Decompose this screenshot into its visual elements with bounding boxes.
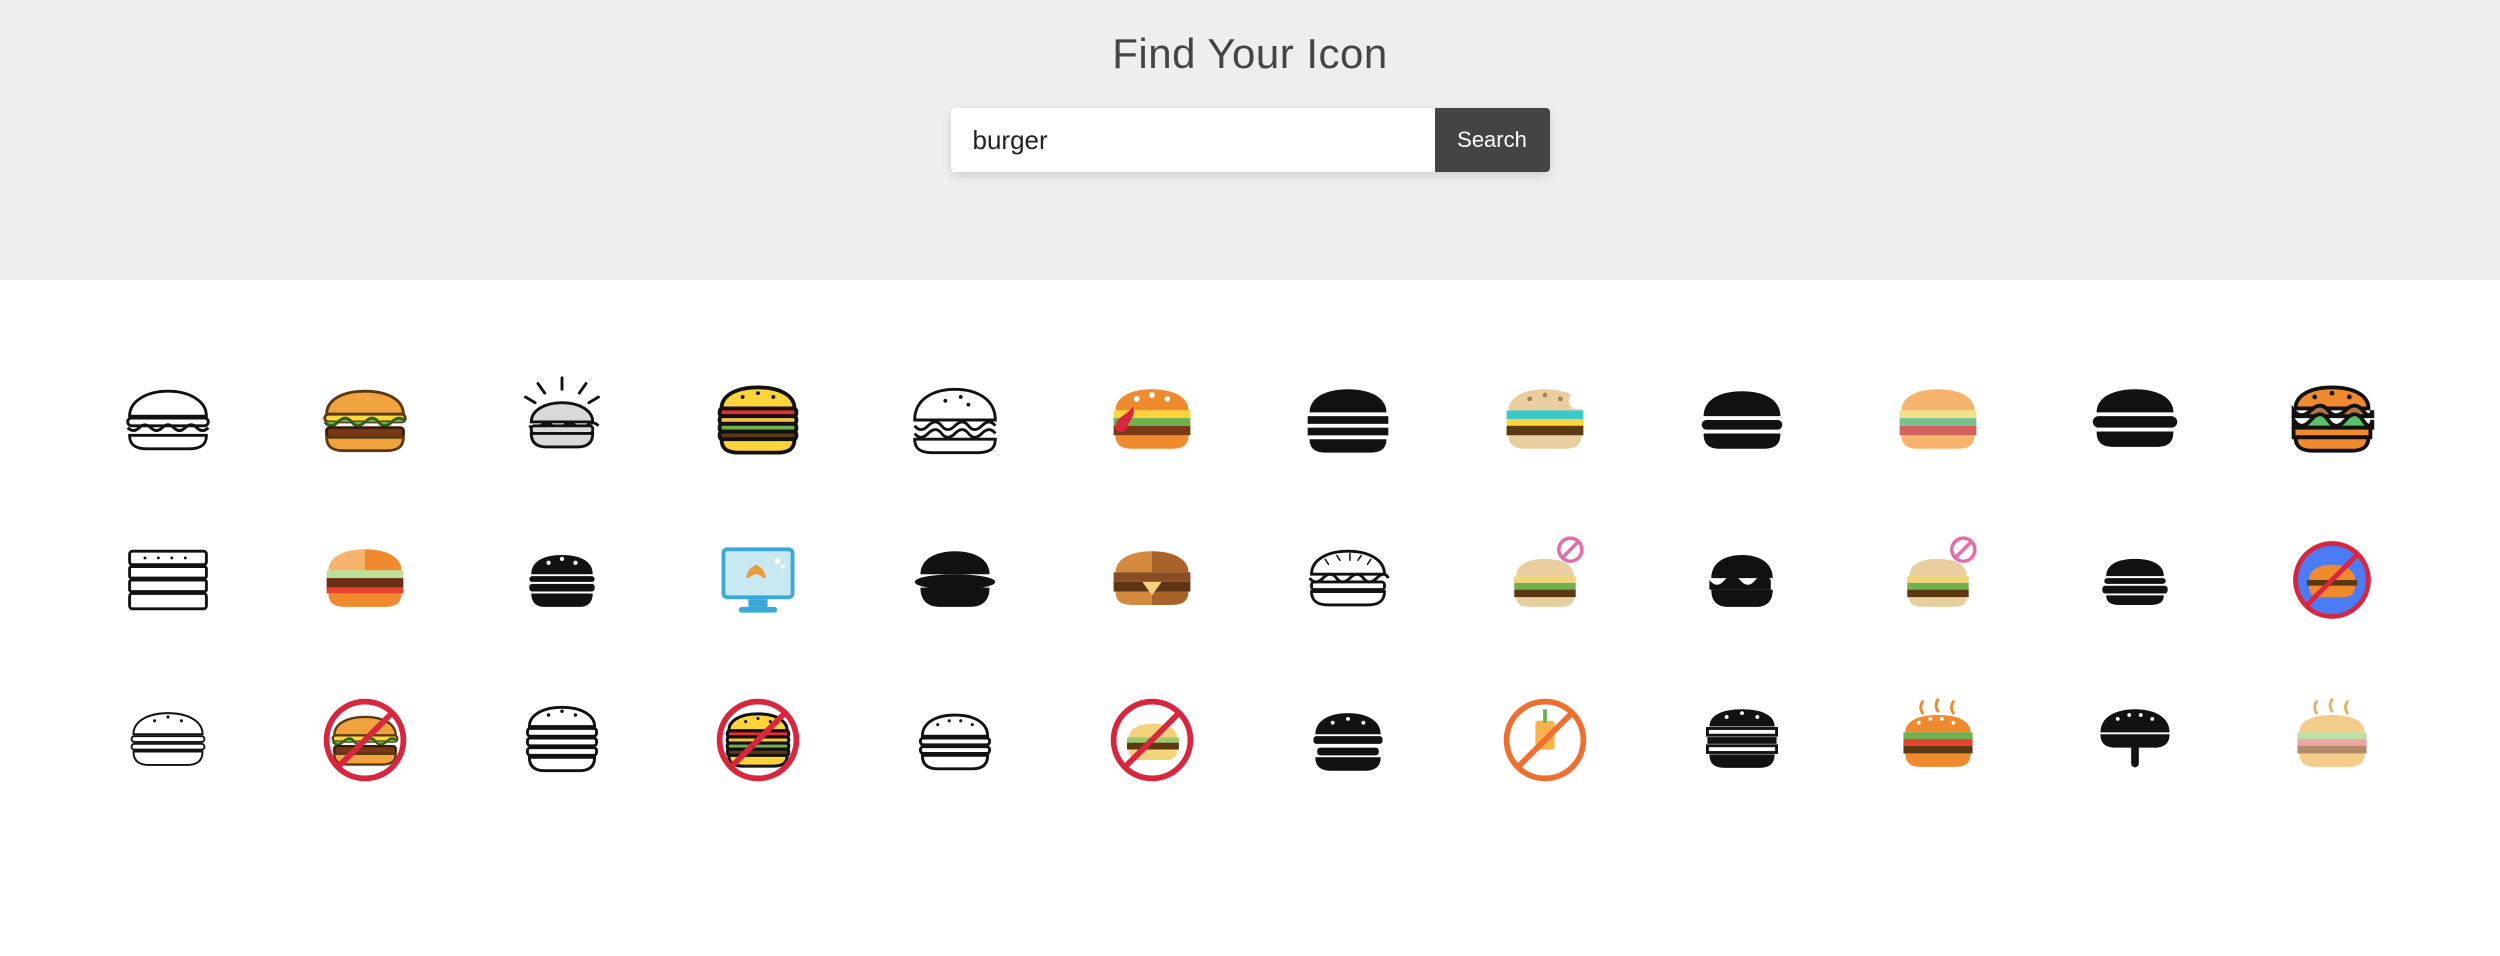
icon-result[interactable] bbox=[1288, 680, 1408, 800]
burger-cartoon-lettuce-icon bbox=[2284, 372, 2380, 468]
burger-no-flat-corner-icon bbox=[1497, 532, 1593, 628]
burger-two-tone-flat-icon bbox=[1104, 532, 1200, 628]
icon-result[interactable] bbox=[2272, 360, 2392, 480]
icon-result[interactable] bbox=[895, 520, 1015, 640]
icon-result[interactable] bbox=[1682, 520, 1802, 640]
burger-sesame-line-icon bbox=[907, 692, 1003, 788]
burger-blob-solid-icon bbox=[1694, 532, 1790, 628]
burger-circle-badge-icon bbox=[2284, 532, 2380, 628]
burger-tall-bw-icon bbox=[1694, 692, 1790, 788]
burger-solid-black-icon bbox=[1300, 372, 1396, 468]
burger-thin-line-icon bbox=[120, 692, 216, 788]
icon-result[interactable] bbox=[1092, 680, 1212, 800]
burger-monitor-pretzel-icon bbox=[710, 532, 806, 628]
no-burger-flat-icon bbox=[1104, 692, 1200, 788]
icon-result[interactable] bbox=[895, 680, 1015, 800]
icon-result[interactable] bbox=[1682, 360, 1802, 480]
icon-result[interactable] bbox=[2272, 520, 2392, 640]
search-bar: Search bbox=[951, 108, 1550, 172]
icon-results-grid bbox=[0, 280, 2500, 860]
burger-shining-icon bbox=[514, 372, 610, 468]
icon-result[interactable] bbox=[2272, 680, 2392, 800]
icon-result[interactable] bbox=[1092, 360, 1212, 480]
burger-mini-solid-icon bbox=[514, 532, 610, 628]
burger-solid-stripes-icon bbox=[2087, 372, 2183, 468]
icon-result[interactable] bbox=[2075, 680, 2195, 800]
burger-no-flat-alt-icon bbox=[1890, 532, 1986, 628]
burger-dome-line-icon bbox=[907, 372, 1003, 468]
icon-result[interactable] bbox=[1485, 680, 1605, 800]
icon-result[interactable] bbox=[305, 360, 425, 480]
page-title: Find Your Icon bbox=[1112, 30, 1388, 78]
burger-outline-simple-icon bbox=[120, 372, 216, 468]
icon-result[interactable] bbox=[502, 360, 622, 480]
burger-drip-solid-icon bbox=[2087, 692, 2183, 788]
burger-solid-round-icon bbox=[1694, 372, 1790, 468]
burger-tall-color-icon bbox=[710, 372, 806, 468]
burger-hot-color-icon bbox=[1890, 692, 1986, 788]
icon-result[interactable] bbox=[1682, 680, 1802, 800]
burger-hot-pastel-icon bbox=[2284, 692, 2380, 788]
no-drink-burger-icon bbox=[1497, 692, 1593, 788]
burger-flat-ketchup-icon bbox=[1104, 372, 1200, 468]
no-burger-color-1-icon bbox=[317, 692, 413, 788]
burger-solid-sesame-icon bbox=[1300, 692, 1396, 788]
icon-result[interactable] bbox=[1878, 520, 1998, 640]
icon-result[interactable] bbox=[108, 520, 228, 640]
burger-pastel-layers-icon bbox=[1890, 372, 1986, 468]
icon-result[interactable] bbox=[1878, 360, 1998, 480]
burger-tall-line-icon bbox=[514, 692, 610, 788]
icon-result[interactable] bbox=[305, 520, 425, 640]
icon-result[interactable] bbox=[698, 520, 818, 640]
icon-result[interactable] bbox=[895, 360, 1015, 480]
burger-solid-mini-alt-icon bbox=[2087, 532, 2183, 628]
icon-result[interactable] bbox=[502, 680, 622, 800]
icon-result[interactable] bbox=[2075, 360, 2195, 480]
icon-result[interactable] bbox=[1288, 360, 1408, 480]
icon-result[interactable] bbox=[1288, 520, 1408, 640]
icon-result[interactable] bbox=[1485, 520, 1605, 640]
icon-result[interactable] bbox=[1092, 520, 1212, 640]
icon-result[interactable] bbox=[1485, 360, 1605, 480]
page-header: Find Your Icon Search bbox=[0, 0, 2500, 280]
burger-color-classic-icon bbox=[317, 372, 413, 468]
icon-result[interactable] bbox=[502, 520, 622, 640]
icon-result[interactable] bbox=[305, 680, 425, 800]
no-burger-color-2-icon bbox=[710, 692, 806, 788]
icon-result[interactable] bbox=[698, 360, 818, 480]
burger-detailed-line-icon bbox=[1300, 532, 1396, 628]
icon-result[interactable] bbox=[2075, 520, 2195, 640]
search-input[interactable] bbox=[951, 108, 1435, 172]
icon-result[interactable] bbox=[1878, 680, 1998, 800]
icon-result[interactable] bbox=[698, 680, 818, 800]
search-button[interactable]: Search bbox=[1435, 108, 1550, 172]
burger-stack-line-icon bbox=[120, 532, 216, 628]
icon-result[interactable] bbox=[108, 680, 228, 800]
burger-split-flat-icon bbox=[317, 532, 413, 628]
icon-result[interactable] bbox=[108, 360, 228, 480]
burger-lozenge-solid-icon bbox=[907, 532, 1003, 628]
burger-teal-bite-icon bbox=[1497, 372, 1593, 468]
